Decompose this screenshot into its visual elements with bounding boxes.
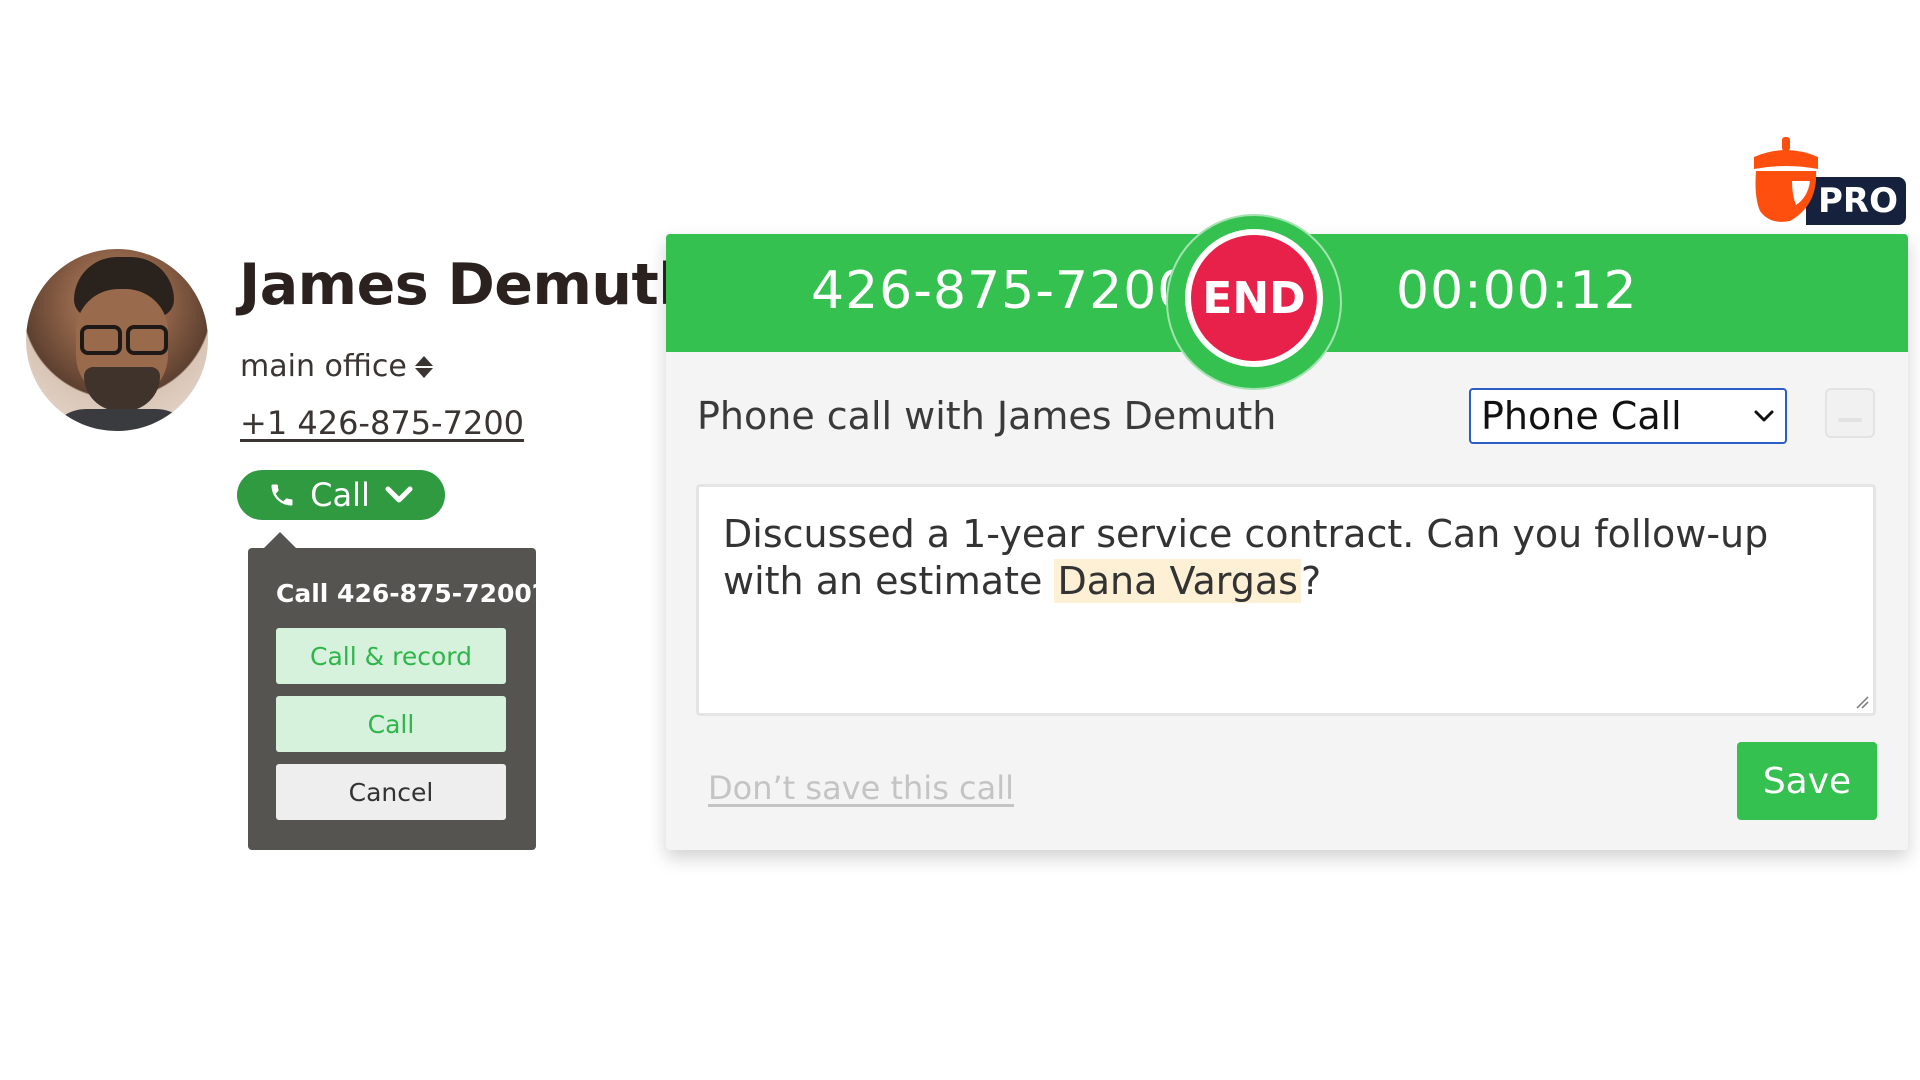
popup-pointer xyxy=(264,532,296,548)
location-label: main office xyxy=(240,349,407,384)
call-panel: 426-875-7200 00:00:12 END Phone call wit… xyxy=(666,214,1908,850)
active-call-number: 426-875-7200 xyxy=(811,261,1192,321)
chevron-down-icon xyxy=(1754,410,1774,422)
popup-call-button[interactable]: Call xyxy=(276,696,506,752)
location-selector[interactable]: main office xyxy=(240,349,433,384)
contact-name: James Demuth xyxy=(239,252,699,318)
dont-save-link[interactable]: Don’t save this call xyxy=(708,769,1014,807)
call-button-label: Call xyxy=(310,476,370,514)
call-button[interactable]: Call xyxy=(237,470,445,520)
activity-type-value: Phone Call xyxy=(1481,394,1682,438)
phone-icon xyxy=(271,484,293,506)
call-confirm-popup: Call 426-875-7200? Call & record Call Ca… xyxy=(248,548,546,850)
activity-type-select[interactable]: Phone Call xyxy=(1469,388,1787,444)
app-stage: James Demuth main office +1 426-875-7200… xyxy=(0,0,1920,1080)
call-timer: 00:00:12 xyxy=(1396,261,1638,321)
call-subject: Phone call with James Demuth xyxy=(697,394,1277,438)
popup-cancel-button[interactable]: Cancel xyxy=(276,764,506,820)
end-call-button[interactable]: END xyxy=(1185,229,1323,367)
pro-badge: PRO xyxy=(1746,135,1906,227)
sort-arrows-icon xyxy=(414,354,433,380)
call-and-record-button[interactable]: Call & record xyxy=(276,628,506,684)
notes-mention[interactable]: Dana Vargas xyxy=(1054,559,1301,603)
popup-title: Call 426-875-7200? xyxy=(276,579,547,608)
save-button[interactable]: Save xyxy=(1737,742,1877,820)
minimize-icon[interactable] xyxy=(1825,388,1875,438)
contact-phone-link[interactable]: +1 426-875-7200 xyxy=(240,404,524,442)
chevron-down-icon xyxy=(385,486,413,503)
resize-handle-icon[interactable] xyxy=(1855,695,1869,709)
notes-text-end: ? xyxy=(1300,559,1322,603)
call-notes-textarea[interactable]: Discussed a 1-year service contract. Can… xyxy=(696,484,1876,716)
avatar xyxy=(26,249,208,431)
acorn-icon xyxy=(1754,137,1818,222)
